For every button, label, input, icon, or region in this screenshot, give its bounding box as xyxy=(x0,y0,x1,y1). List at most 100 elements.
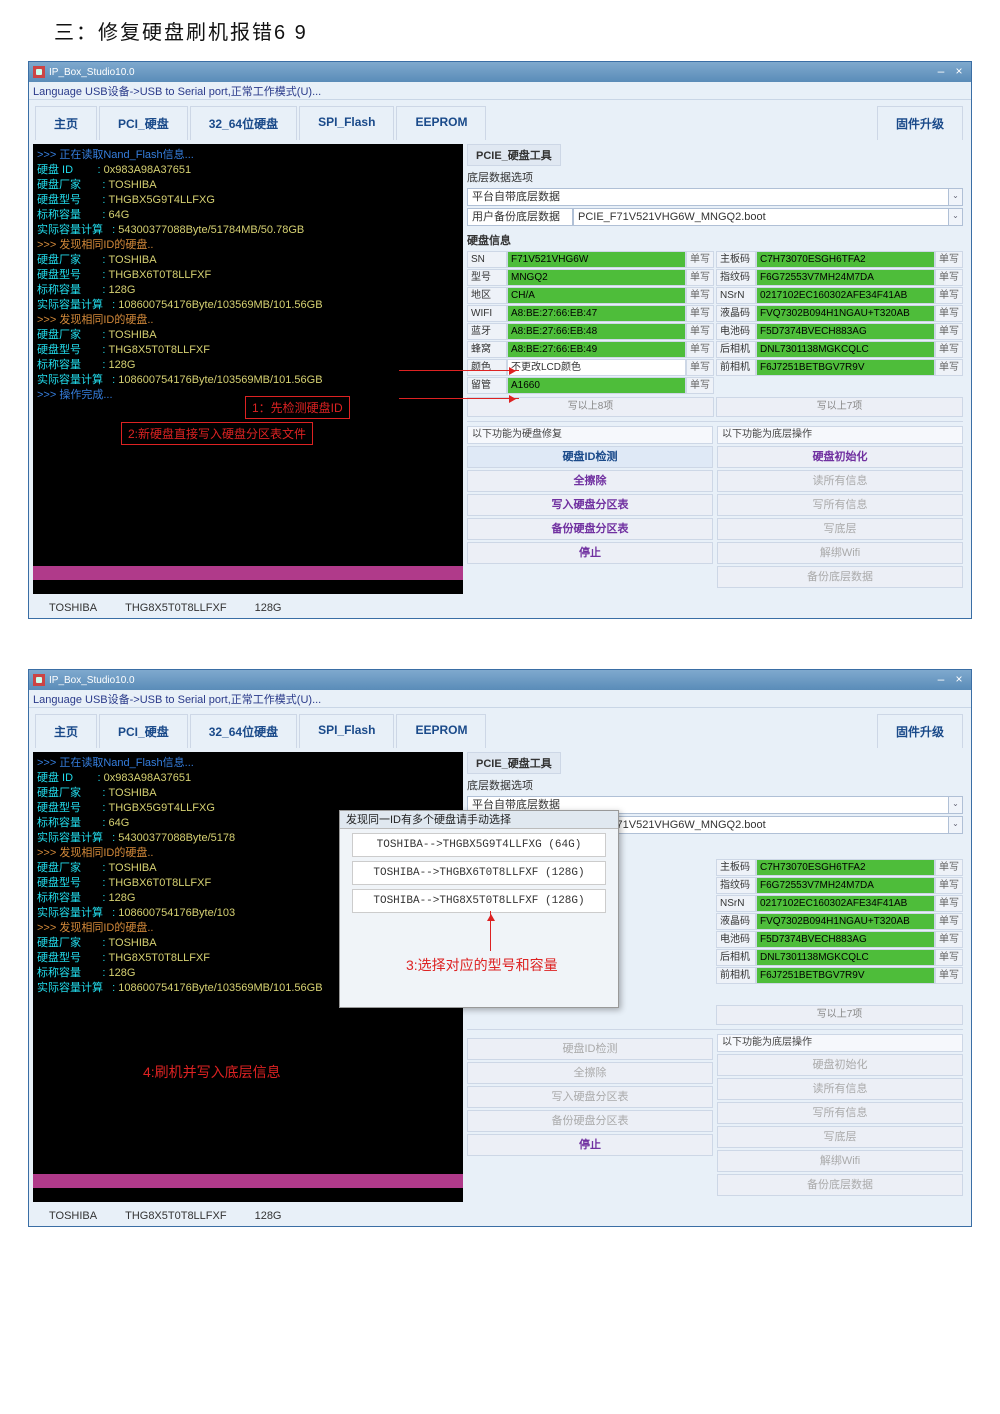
tab-eeprom[interactable]: EEPROM xyxy=(396,714,486,748)
chevron-down-icon[interactable]: ⌄ xyxy=(949,208,963,226)
write-upper-7-button[interactable]: 写以上7项 xyxy=(716,397,963,417)
single-write-button[interactable]: 单写 xyxy=(686,269,714,286)
user-backup-select[interactable]: PCIE_F71V521VHG6W_MNGQ2.boot xyxy=(573,816,949,834)
close-button[interactable]: × xyxy=(951,673,967,687)
info-value: F5D7374BVECH883AG xyxy=(756,323,935,340)
full-erase-button[interactable]: 全擦除 xyxy=(467,1062,713,1084)
tab-home[interactable]: 主页 xyxy=(35,714,97,748)
popup-disk-option[interactable]: TOSHIBA-->THGBX5G9T4LLFXG (64G) xyxy=(352,833,606,857)
info-value: 0217102EC160302AFE34F41AB xyxy=(756,895,935,912)
console-line: 标称容量 xyxy=(37,284,81,296)
status-model: THG8X5T0T8LLFXF xyxy=(111,1208,240,1224)
tab-spi-flash[interactable]: SPI_Flash xyxy=(299,106,394,140)
single-write-button[interactable]: 单写 xyxy=(935,323,963,340)
section-pcie-tool: PCIE_硬盘工具 xyxy=(467,144,561,166)
info-value: DNL7301138MGKCQLC xyxy=(756,949,935,966)
info-value: F6G72553V7MH24M7DA xyxy=(756,877,935,894)
write-upper-7-button[interactable]: 写以上7项 xyxy=(716,1005,963,1025)
tab-home[interactable]: 主页 xyxy=(35,106,97,140)
console-line: 硬盘型号 xyxy=(37,344,81,356)
popup-disk-option[interactable]: TOSHIBA-->THG8X5T0T8LLFXF (128G) xyxy=(352,889,606,913)
status-vendor: TOSHIBA xyxy=(35,600,111,616)
backup-partition-button[interactable]: 备份硬盘分区表 xyxy=(467,1110,713,1132)
write-partition-button[interactable]: 写入硬盘分区表 xyxy=(467,1086,713,1108)
annotation-1: 1：先检测硬盘ID xyxy=(245,396,350,419)
single-write-button[interactable]: 单写 xyxy=(686,377,714,394)
console-line: TOSHIBA xyxy=(109,787,157,799)
console-line: 标称容量 xyxy=(37,817,81,829)
single-write-button[interactable]: 单写 xyxy=(935,341,963,358)
user-backup-select[interactable]: PCIE_F71V521VHG6W_MNGQ2.boot xyxy=(573,208,949,226)
info-label: 前相机 xyxy=(716,359,756,376)
console-line: >>> 发现相同ID的硬盘.. xyxy=(37,313,459,328)
menubar[interactable]: Language USB设备->USB to Serial port,正常工作模… xyxy=(29,82,971,100)
app-window-1: IP_Box_Studio10.0 – × Language USB设备->US… xyxy=(28,61,972,619)
minimize-button[interactable]: – xyxy=(933,673,949,687)
single-write-button[interactable]: 单写 xyxy=(686,287,714,304)
popup-disk-option[interactable]: TOSHIBA-->THGBX6T0T8LLFXF (128G) xyxy=(352,861,606,885)
write-partition-button[interactable]: 写入硬盘分区表 xyxy=(467,494,713,516)
write-lowlevel-button[interactable]: 写底层 xyxy=(717,1126,963,1148)
single-write-button[interactable]: 单写 xyxy=(935,269,963,286)
tab-firmware-upgrade[interactable]: 固件升级 xyxy=(877,714,963,748)
single-write-button[interactable]: 单写 xyxy=(935,359,963,376)
single-write-button[interactable]: 单写 xyxy=(935,967,963,984)
write-all-info-button[interactable]: 写所有信息 xyxy=(717,1102,963,1124)
info-value: F71V521VHG6W xyxy=(507,251,686,268)
console-line: 实际容量计算 xyxy=(37,374,103,386)
minimize-button[interactable]: – xyxy=(933,65,949,79)
single-write-button[interactable]: 单写 xyxy=(686,359,714,376)
close-button[interactable]: × xyxy=(951,65,967,79)
status-capacity: 128G xyxy=(241,1208,296,1224)
read-all-info-button[interactable]: 读所有信息 xyxy=(717,1078,963,1100)
builtin-lowlevel-select[interactable]: 平台自带底层数据 xyxy=(467,188,949,206)
single-write-button[interactable]: 单写 xyxy=(935,949,963,966)
disk-select-popup: 发现同一ID有多个硬盘请手动选择 TOSHIBA-->THGBX5G9T4LLF… xyxy=(339,810,619,1008)
backup-lowlevel-button[interactable]: 备份底层数据 xyxy=(717,1174,963,1196)
tabbar: 主页 PCI_硬盘 32_64位硬盘 SPI_Flash EEPROM 固件升级 xyxy=(29,708,971,748)
tab-32-64-disk[interactable]: 32_64位硬盘 xyxy=(190,714,297,748)
read-all-info-button[interactable]: 读所有信息 xyxy=(717,470,963,492)
single-write-button[interactable]: 单写 xyxy=(686,341,714,358)
tab-firmware-upgrade[interactable]: 固件升级 xyxy=(877,106,963,140)
tab-spi-flash[interactable]: SPI_Flash xyxy=(299,714,394,748)
single-write-button[interactable]: 单写 xyxy=(935,913,963,930)
annotation-2: 2:新硬盘直接写入硬盘分区表文件 xyxy=(121,422,313,445)
single-write-button[interactable]: 单写 xyxy=(686,323,714,340)
single-write-button[interactable]: 单写 xyxy=(935,305,963,322)
info-value: C7H73070ESGH6TFA2 xyxy=(756,859,935,876)
chevron-down-icon[interactable]: ⌄ xyxy=(949,188,963,206)
tab-eeprom[interactable]: EEPROM xyxy=(396,106,486,140)
unbind-wifi-button[interactable]: 解绑Wifi xyxy=(717,1150,963,1172)
write-all-info-button[interactable]: 写所有信息 xyxy=(717,494,963,516)
single-write-button[interactable]: 单写 xyxy=(935,895,963,912)
single-write-button[interactable]: 单写 xyxy=(686,251,714,268)
stop-button[interactable]: 停止 xyxy=(467,1134,713,1156)
unbind-wifi-button[interactable]: 解绑Wifi xyxy=(717,542,963,564)
disk-init-button[interactable]: 硬盘初始化 xyxy=(717,446,963,468)
console-line: >>> 正在读取Nand_Flash信息... xyxy=(37,148,459,163)
single-write-button[interactable]: 单写 xyxy=(935,287,963,304)
write-lowlevel-button[interactable]: 写底层 xyxy=(717,518,963,540)
stop-button[interactable]: 停止 xyxy=(467,542,713,564)
chevron-down-icon[interactable]: ⌄ xyxy=(949,816,963,834)
disk-init-button[interactable]: 硬盘初始化 xyxy=(717,1054,963,1076)
progress-bar xyxy=(33,566,463,580)
tab-pci-disk[interactable]: PCI_硬盘 xyxy=(99,106,188,140)
backup-partition-button[interactable]: 备份硬盘分区表 xyxy=(467,518,713,540)
disk-info-label: 硬盘信息 xyxy=(467,232,963,248)
chevron-down-icon[interactable]: ⌄ xyxy=(949,796,963,814)
backup-lowlevel-button[interactable]: 备份底层数据 xyxy=(717,566,963,588)
single-write-button[interactable]: 单写 xyxy=(935,877,963,894)
detect-disk-id-button[interactable]: 硬盘ID检测 xyxy=(467,446,713,468)
tab-32-64-disk[interactable]: 32_64位硬盘 xyxy=(190,106,297,140)
single-write-button[interactable]: 单写 xyxy=(935,859,963,876)
single-write-button[interactable]: 单写 xyxy=(686,305,714,322)
full-erase-button[interactable]: 全擦除 xyxy=(467,470,713,492)
tab-pci-disk[interactable]: PCI_硬盘 xyxy=(99,714,188,748)
single-write-button[interactable]: 单写 xyxy=(935,931,963,948)
menubar[interactable]: Language USB设备->USB to Serial port,正常工作模… xyxy=(29,690,971,708)
write-upper-8-button[interactable]: 写以上8项 xyxy=(467,397,714,417)
single-write-button[interactable]: 单写 xyxy=(935,251,963,268)
detect-disk-id-button[interactable]: 硬盘ID检测 xyxy=(467,1038,713,1060)
